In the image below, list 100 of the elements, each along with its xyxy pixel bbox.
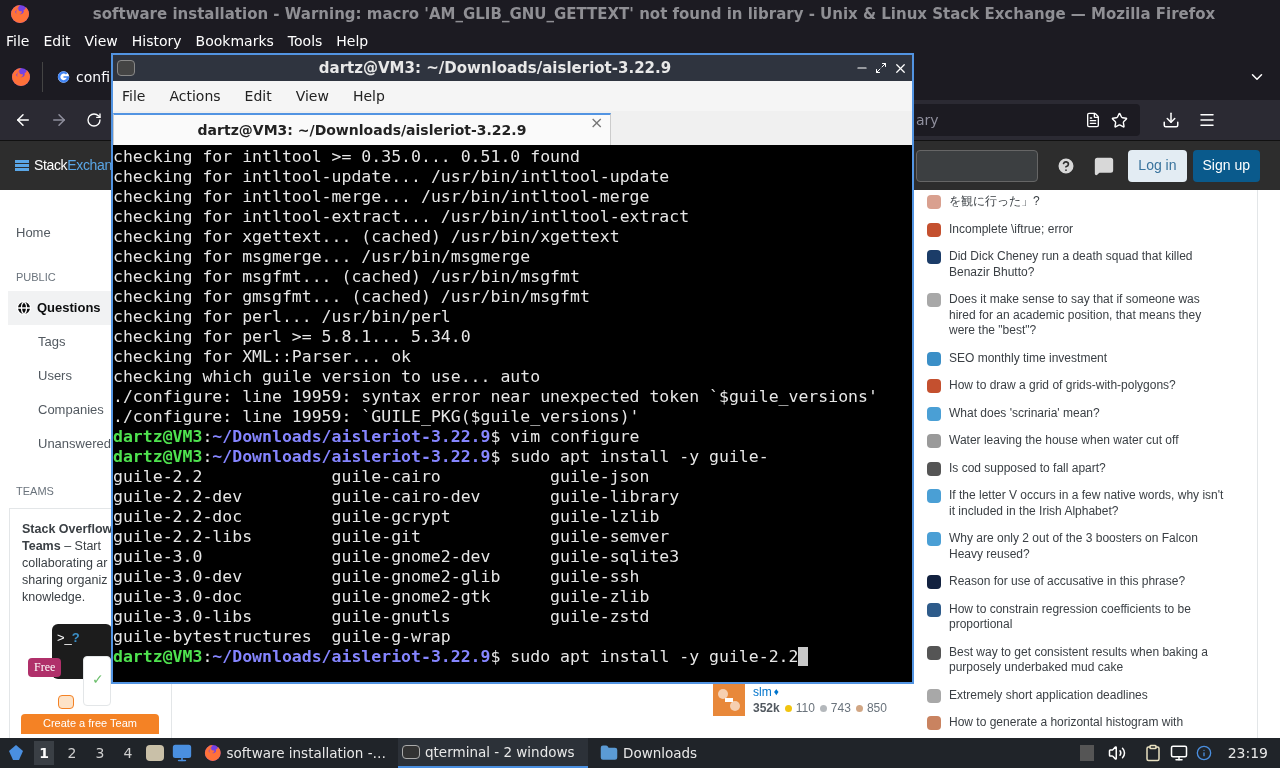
- menu-item[interactable]: Tools: [287, 30, 323, 52]
- teams-text-line: knowledge.: [22, 588, 87, 606]
- hot-question-link[interactable]: を観に行った」?: [949, 194, 1229, 210]
- bookmark-star-icon[interactable]: [1111, 111, 1128, 129]
- clock[interactable]: 23:19: [1227, 742, 1268, 764]
- hot-question-link[interactable]: If the letter V occurs in a few native words, why isn't it included in the Irish Alphabet?: [949, 488, 1229, 519]
- google-icon: [57, 69, 71, 85]
- desktop-icon[interactable]: [172, 743, 192, 763]
- reader-view-icon[interactable]: [1085, 112, 1101, 128]
- prompt-path: ~/Downloads/aisleriot-3.22.9: [212, 427, 491, 447]
- menu-item[interactable]: Bookmarks: [195, 30, 274, 52]
- terminal-output-line: checking for gmsgfmt... (cached) /usr/bin/msgfmt: [113, 287, 591, 307]
- terminal-command: sudo apt install -y guile-2.2: [509, 647, 799, 667]
- nav-item[interactable]: Tags: [0, 325, 111, 359]
- prompt-path: ~/Downloads/aisleriot-3.22.9: [212, 447, 491, 467]
- completion-entry: guile-2.2-dev: [113, 487, 243, 506]
- terminal-output-line: checking which guile version to use... auto: [113, 367, 542, 387]
- hot-question-link[interactable]: Water leaving the house when water cut off: [949, 433, 1229, 449]
- workspace-button[interactable]: 3: [90, 741, 110, 765]
- menu-item[interactable]: File: [6, 30, 30, 52]
- completion-entry: guile-ssh: [550, 567, 640, 586]
- address-text: ary: [916, 110, 939, 130]
- reload-icon[interactable]: [86, 112, 102, 128]
- help-icon[interactable]: [1056, 155, 1077, 176]
- nav-link[interactable]: Home: [0, 223, 80, 243]
- completion-entry: guile-zlib: [550, 587, 650, 606]
- hot-question-link[interactable]: Is cod supposed to fall apart?: [949, 460, 1229, 476]
- completion-entry: guile-git: [331, 527, 421, 546]
- volume-icon[interactable]: [1107, 744, 1126, 762]
- hot-question-link[interactable]: Does it make sense to say that if someone was hired for an academic position, that means they were the "best"?: [949, 292, 1229, 339]
- clipboard-icon[interactable]: [1143, 744, 1162, 762]
- notification-icon[interactable]: [1195, 745, 1212, 761]
- terminal-output-line: checking for intltool >= 0.35.0... 0.51.0 found: [113, 147, 581, 167]
- back-icon[interactable]: [14, 111, 32, 129]
- nav-item[interactable]: Questions: [8, 291, 111, 325]
- nav-heading: PUBLIC: [15, 269, 57, 285]
- completion-entry: guile-gcrypt: [331, 507, 451, 526]
- user-name[interactable]: slm: [753, 684, 772, 700]
- menu-item[interactable]: Actions: [169, 85, 221, 107]
- completion-entry: guile-gnome2-gtk: [331, 587, 491, 606]
- hot-question-link[interactable]: Why are only 2 out of the 3 boosters on Falcon Heavy reused?: [949, 531, 1229, 562]
- badge-count: 110: [795, 700, 815, 716]
- tab-close-button[interactable]: ×: [590, 115, 604, 131]
- hot-question-link[interactable]: How to generate a horizontal histogram with: [949, 715, 1229, 731]
- site-logo-text[interactable]: StackExchan: [34, 155, 112, 176]
- completion-entry: guile-3.0-libs: [113, 607, 253, 626]
- start-menu-icon[interactable]: [6, 743, 26, 763]
- signup-button[interactable]: Sign up: [1192, 149, 1260, 182]
- hot-question-link[interactable]: Incomplete \iftrue; error: [949, 221, 1229, 237]
- hot-question-link[interactable]: Did Dick Cheney run a death squad that killed Benazir Bhutto?: [949, 249, 1229, 280]
- menu-icon[interactable]: [1198, 111, 1216, 129]
- completion-entry: guile-g-wrap: [331, 627, 451, 646]
- inbox-icon[interactable]: [1094, 155, 1115, 176]
- maximize-icon[interactable]: [875, 62, 887, 74]
- free-badge: Free: [28, 657, 62, 677]
- terminal-command: vim configure: [509, 427, 640, 447]
- taskbar-task[interactable]: software installation -…: [200, 738, 390, 768]
- completion-entry: guile-3.0-doc: [113, 587, 243, 606]
- hot-question-link[interactable]: How to constrain regression coefficients to be proportional: [949, 601, 1229, 633]
- firefox-icon: [204, 744, 222, 762]
- hot-question-link[interactable]: Extremely short application deadlines: [949, 687, 1229, 703]
- download-icon[interactable]: [1162, 111, 1180, 129]
- nav-item[interactable]: Users: [0, 359, 111, 393]
- workspace-button[interactable]: 2: [62, 741, 82, 765]
- workspace-button[interactable]: 1: [34, 741, 54, 765]
- prompt-user: dartz@VM3: [113, 427, 203, 447]
- address-field[interactable]: ary: [914, 104, 1140, 136]
- hot-question-link[interactable]: Reason for use of accusative in this phrase?: [949, 574, 1229, 590]
- login-button[interactable]: Log in: [1128, 149, 1187, 182]
- forward-icon[interactable]: [50, 111, 68, 129]
- menu-item[interactable]: History: [131, 30, 182, 52]
- stack-exchange-logo-icon: [14, 157, 30, 174]
- hot-question-link[interactable]: What does 'scrinaria' mean?: [949, 405, 1229, 421]
- nav-item[interactable]: Companies: [0, 393, 111, 427]
- completion-entry: guile-cairo-dev: [331, 487, 481, 506]
- moderator-label: ♦: [773, 685, 779, 699]
- completion-entry: guile-2.2-doc: [113, 507, 243, 526]
- hot-question-link[interactable]: Best way to get consistent results when baking a purposely underbaked mud cake: [949, 644, 1229, 676]
- menu-item[interactable]: View: [84, 30, 118, 52]
- firefox-icon: [11, 67, 31, 87]
- menu-item[interactable]: File: [122, 85, 146, 107]
- badge-count: 850: [866, 700, 887, 716]
- folder-icon: [600, 744, 618, 762]
- search-field[interactable]: [916, 149, 1039, 182]
- taskbar-task[interactable]: qterminal - 2 windows: [398, 738, 588, 768]
- hot-question-link[interactable]: SEO monthly time investment: [949, 350, 1229, 366]
- menu-item[interactable]: Help: [352, 85, 385, 107]
- teams-text-line: Stack Overflow: [22, 520, 111, 538]
- menu-item[interactable]: View: [295, 85, 329, 107]
- nav-item[interactable]: Unanswered: [0, 427, 111, 461]
- menu-item[interactable]: Help: [336, 30, 369, 52]
- menu-item[interactable]: Edit: [244, 85, 272, 107]
- workspace-button[interactable]: 4: [118, 741, 138, 765]
- menu-item[interactable]: Edit: [43, 30, 71, 52]
- hot-question-link[interactable]: How to draw a grid of grids-with-polygons?: [949, 378, 1229, 394]
- taskbar-task[interactable]: Downloads: [596, 738, 786, 768]
- completion-entry: guile-gnome2-glib: [331, 567, 501, 586]
- terminal-output-line: checking for msgfmt... (cached) /usr/bin/msgfmt: [113, 267, 581, 287]
- browser-tab[interactable]: confi: [53, 57, 110, 97]
- completion-entry: guile-3.0: [113, 547, 203, 566]
